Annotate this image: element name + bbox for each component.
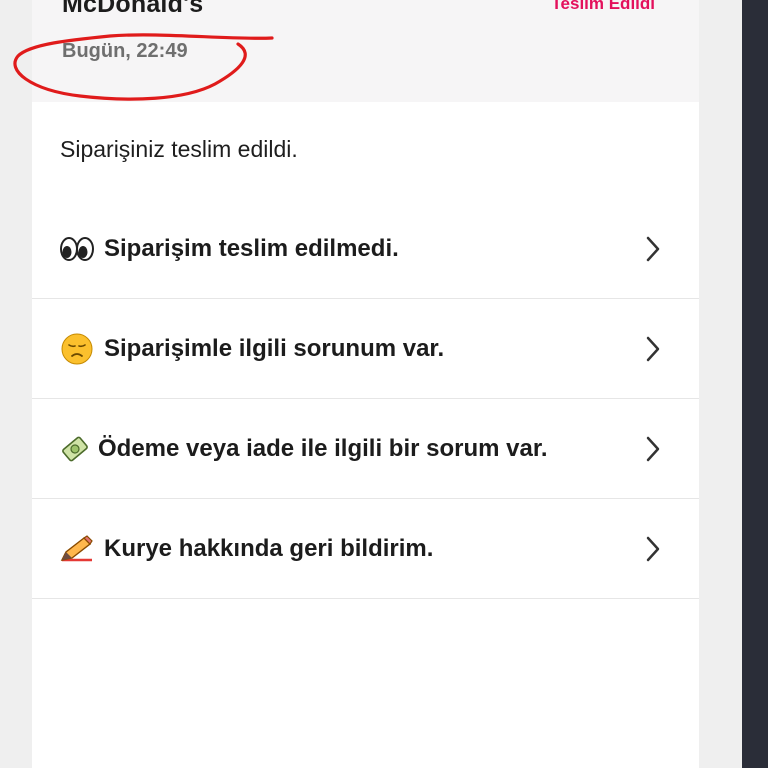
option-label: Siparişimle ilgili sorunum var. xyxy=(104,334,445,362)
side-panel-edge xyxy=(742,0,768,768)
chevron-right-icon xyxy=(646,236,660,262)
order-header: McDonald's Teslim Edildi Bugün, 22:49 xyxy=(32,0,699,102)
delivery-message: Siparişiniz teslim edildi. xyxy=(60,136,298,162)
page-background-right xyxy=(699,0,742,768)
disappointed-face-icon xyxy=(60,332,94,366)
eyes-icon xyxy=(60,232,94,266)
page-background-left xyxy=(0,0,32,768)
option-order-problem[interactable]: Siparişimle ilgili sorunum var. xyxy=(32,299,699,399)
help-options-list: Siparişim teslim edilmedi. Siparişimle i… xyxy=(32,200,699,599)
option-label: Ödeme veya iade ile ilgili bir sorum var… xyxy=(98,434,548,462)
chevron-right-icon xyxy=(646,436,660,461)
order-time: Bugün, 22:49 xyxy=(62,40,188,62)
money-icon xyxy=(60,432,90,466)
option-not-delivered[interactable]: Siparişim teslim edilmedi. xyxy=(32,200,699,299)
option-payment-refund[interactable]: Ödeme veya iade ile ilgili bir sorum var… xyxy=(32,399,699,499)
option-label: Siparişim teslim edilmedi. xyxy=(104,235,399,262)
chevron-right-icon xyxy=(646,336,660,361)
order-help-card: McDonald's Teslim Edildi Bugün, 22:49 Si… xyxy=(13,0,699,768)
chevron-right-icon xyxy=(646,536,660,561)
pencil-icon xyxy=(60,532,94,566)
status-badge: Teslim Edildi xyxy=(551,0,655,13)
option-courier-feedback[interactable]: Kurye hakkında geri bildirim. xyxy=(32,499,699,599)
option-label: Kurye hakkında geri bildirim. xyxy=(104,534,434,562)
restaurant-name: McDonald's xyxy=(62,0,204,18)
